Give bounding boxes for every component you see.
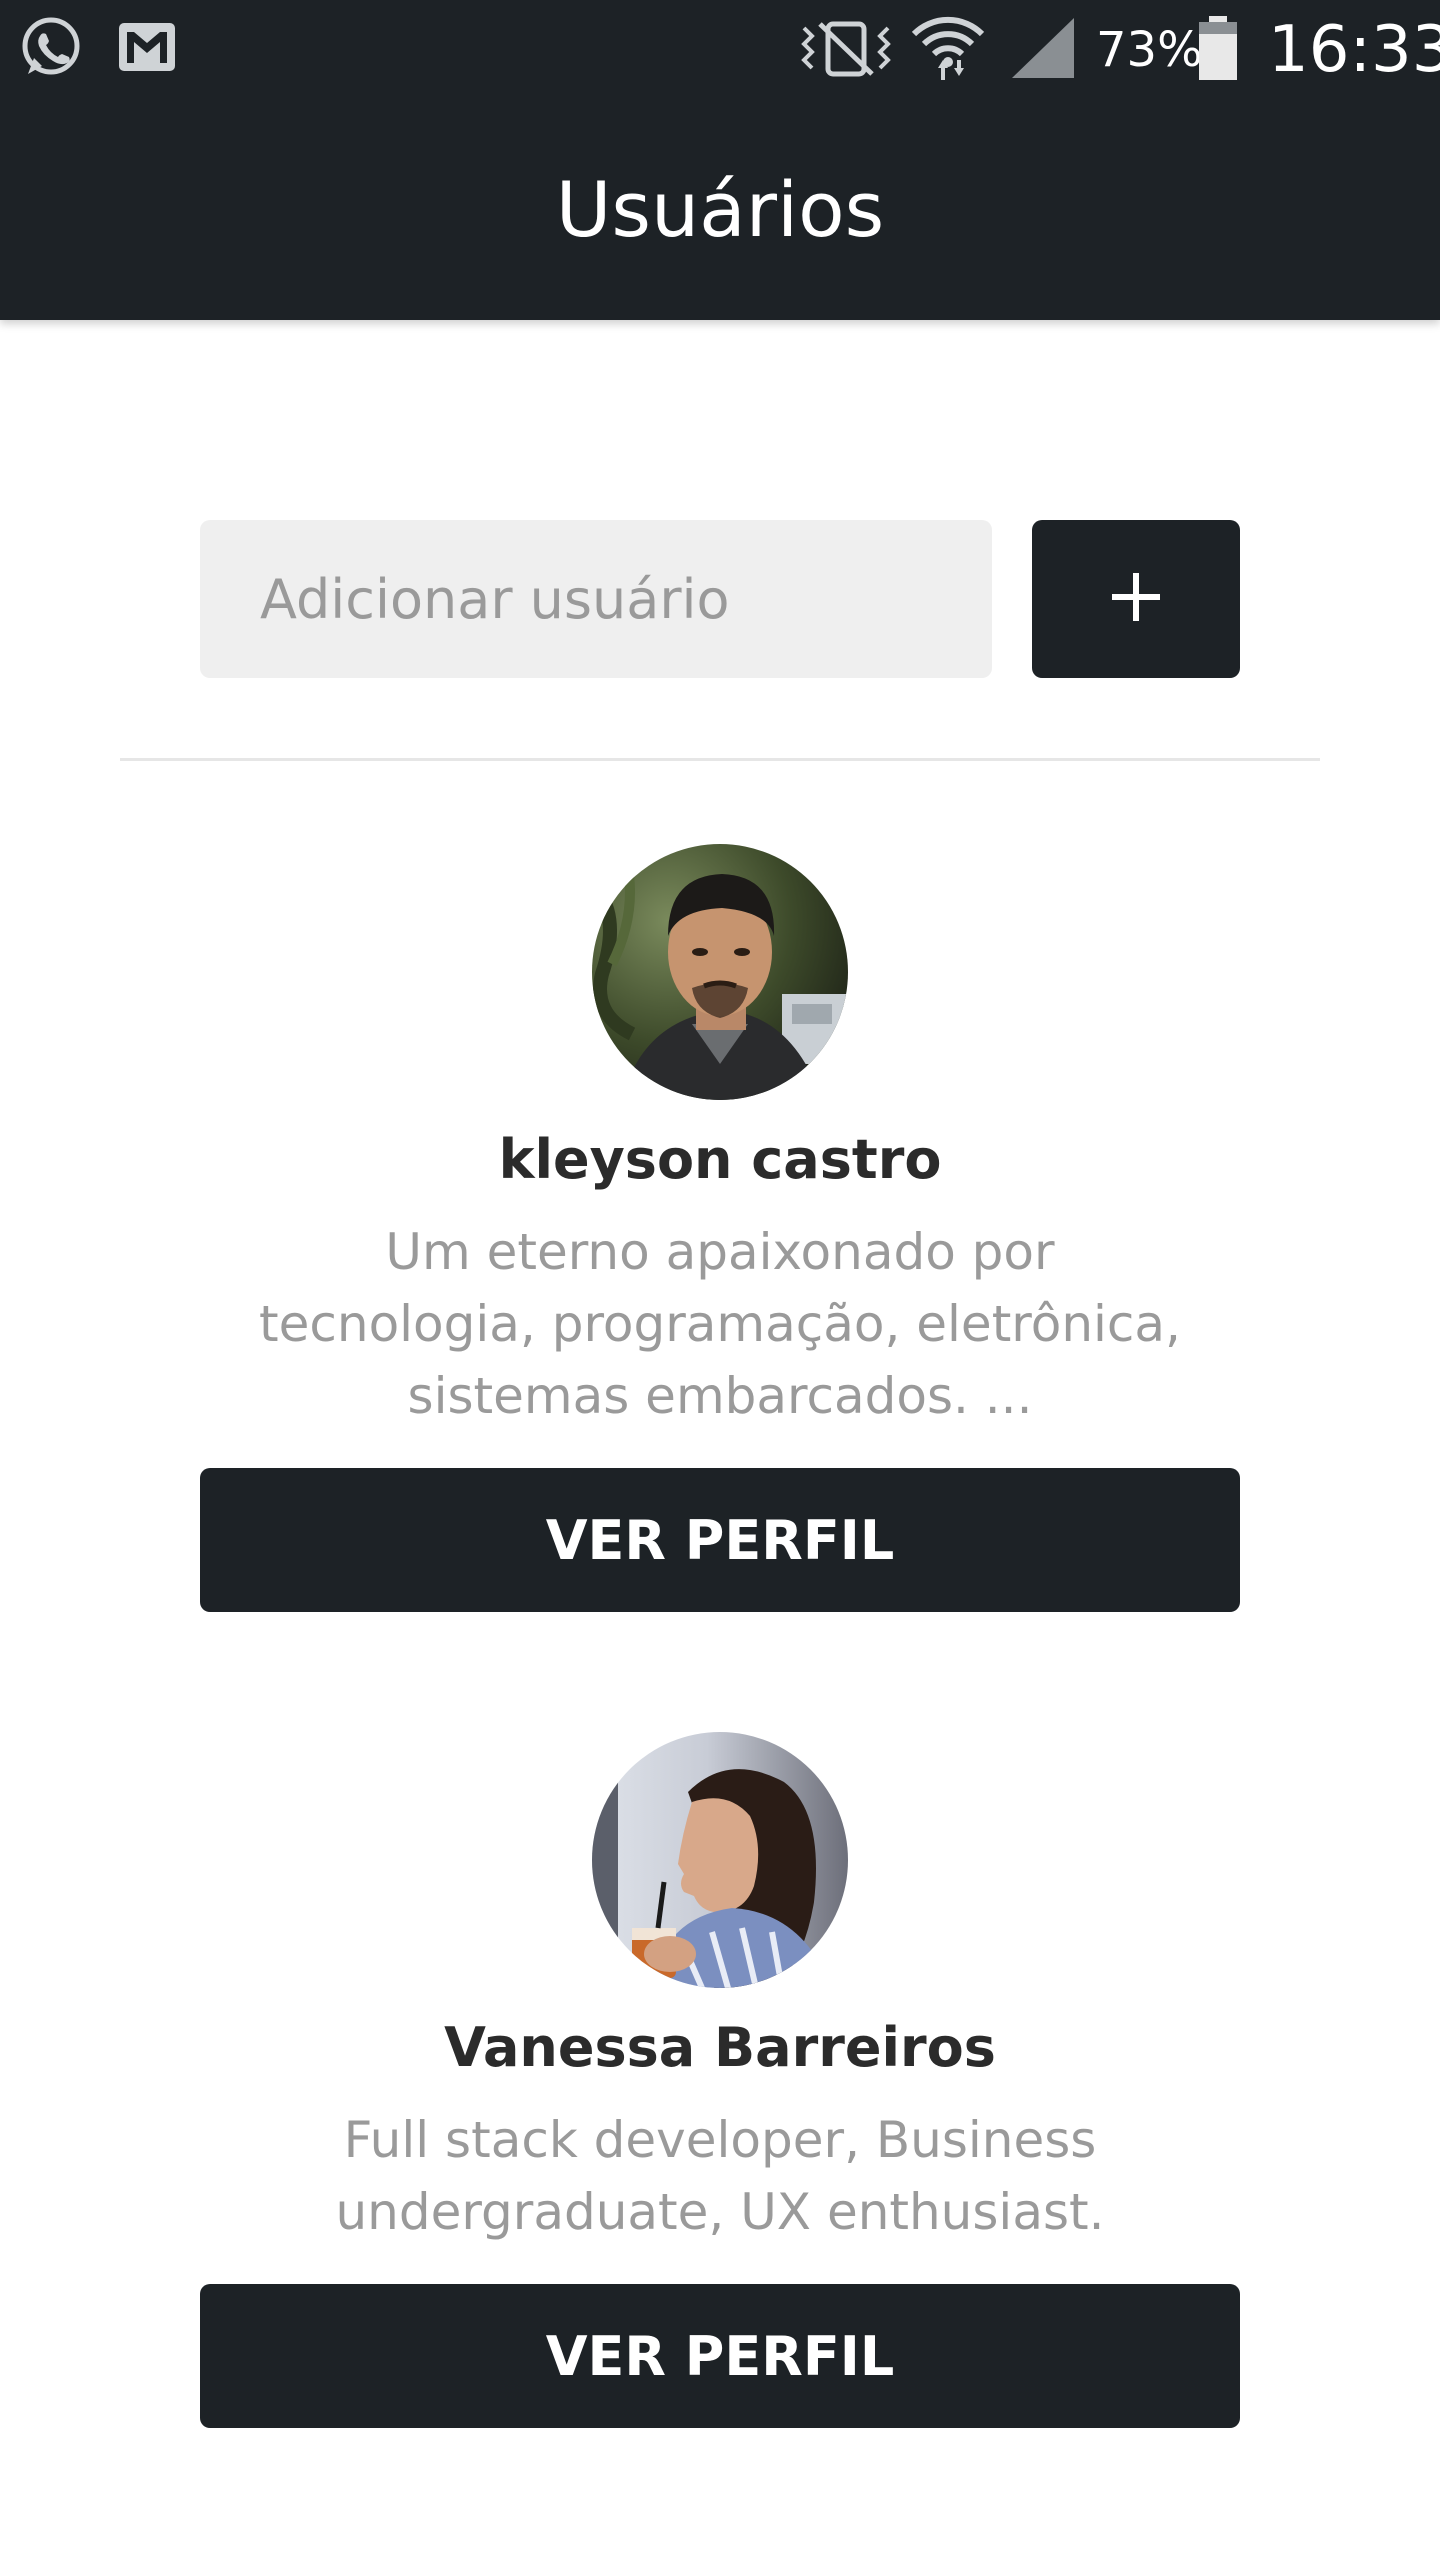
whatsapp-icon [18, 14, 84, 85]
avatar [592, 844, 848, 1100]
battery-percent: 73% [1096, 22, 1203, 78]
user-name: Vanessa Barreiros [444, 2016, 996, 2079]
app-header: 73% 16:33 Usuários [0, 0, 1440, 320]
status-bar: 73% 16:33 [0, 0, 1440, 100]
plus-icon [1110, 571, 1162, 628]
user-name: kleyson castro [498, 1128, 942, 1191]
gmail-icon [116, 20, 178, 79]
avatar [592, 1732, 848, 1988]
signal-icon [1010, 16, 1076, 85]
add-user-button[interactable] [1032, 520, 1240, 678]
view-profile-button[interactable]: VER PERFIL [200, 1468, 1240, 1612]
wifi-icon [910, 10, 986, 87]
vibrate-icon [798, 16, 894, 85]
clock-time: 16:33 [1268, 13, 1440, 87]
add-user-input[interactable] [200, 520, 992, 678]
user-card: Vanessa Barreiros Full stack developer, … [0, 1732, 1440, 2432]
battery-icon [1196, 14, 1240, 87]
user-bio: Full stack developer, Business undergrad… [335, 2111, 1105, 2241]
divider [120, 758, 1320, 761]
page-title: Usuários [555, 165, 885, 254]
user-bio: Um eterno apaixonado por tecnologia, pro… [259, 1223, 1181, 1425]
view-profile-button[interactable]: VER PERFIL [200, 2284, 1240, 2428]
user-card: kleyson castro Um eterno apaixonado por … [0, 844, 1440, 1614]
